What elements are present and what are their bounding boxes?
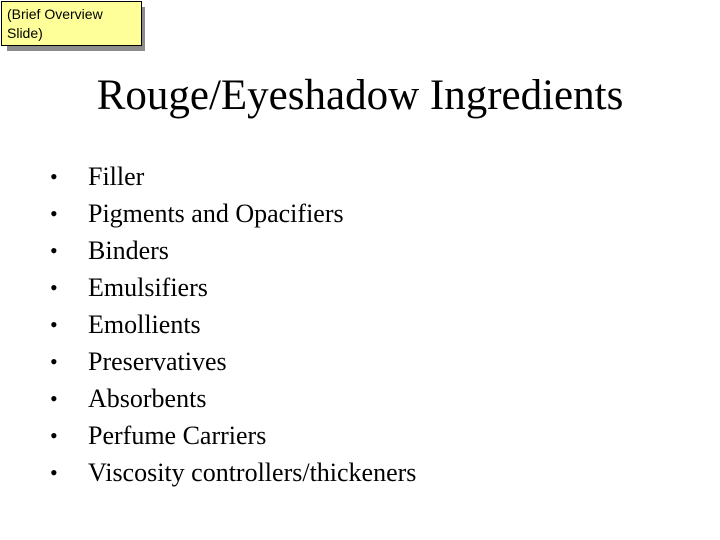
bullet-icon: •: [50, 349, 58, 374]
bullet-icon: •: [50, 275, 58, 300]
list-item-text: Emulsifiers: [88, 273, 208, 302]
list-item-text: Perfume Carriers: [88, 421, 267, 450]
bullet-icon: •: [50, 238, 58, 263]
list-item-text: Absorbents: [88, 384, 207, 413]
list-item: • Binders: [50, 232, 416, 269]
overview-note: (Brief Overview Slide): [1, 1, 142, 46]
list-item-text: Preservatives: [88, 347, 227, 376]
bullet-icon: •: [50, 164, 58, 189]
list-item: • Filler: [50, 158, 416, 195]
bullet-icon: •: [50, 423, 58, 448]
list-item: • Emollients: [50, 306, 416, 343]
list-item-text: Filler: [88, 162, 145, 191]
note-line-1: (Brief Overview: [7, 6, 103, 22]
list-item: • Emulsifiers: [50, 269, 416, 306]
list-item: • Absorbents: [50, 380, 416, 417]
bullet-icon: •: [50, 386, 58, 411]
list-item-text: Viscosity controllers/thickeners: [88, 458, 417, 487]
note-line-2: Slide): [7, 25, 43, 41]
list-item-text: Pigments and Opacifiers: [88, 199, 344, 228]
bullet-icon: •: [50, 460, 58, 485]
list-item: • Preservatives: [50, 343, 416, 380]
ingredient-list: • Filler • Pigments and Opacifiers • Bin…: [50, 158, 416, 491]
slide-title: Rouge/Eyeshadow Ingredients: [96, 72, 624, 119]
bullet-icon: •: [50, 312, 58, 337]
list-item: • Perfume Carriers: [50, 417, 416, 454]
bullet-icon: •: [50, 201, 58, 226]
slide: (Brief Overview Slide) Rouge/Eyeshadow I…: [0, 0, 720, 540]
list-item-text: Binders: [88, 236, 169, 265]
list-item: • Viscosity controllers/thickeners: [50, 454, 416, 491]
list-item-text: Emollients: [88, 310, 201, 339]
list-item: • Pigments and Opacifiers: [50, 195, 416, 232]
